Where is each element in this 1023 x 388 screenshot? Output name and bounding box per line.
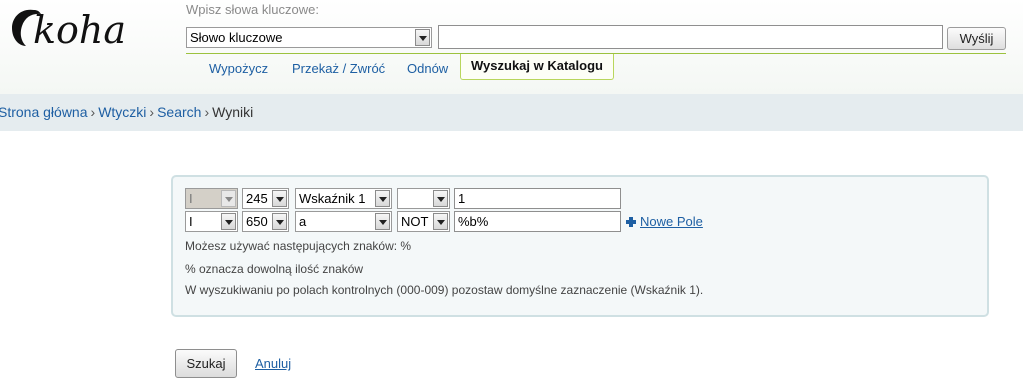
breadcrumb-current: Wyniki	[212, 104, 254, 120]
chevron-down-icon	[375, 190, 390, 207]
tab-renew[interactable]: Odnów	[407, 61, 448, 76]
search-type-value: Słowo kluczowe	[190, 30, 283, 45]
value-input-row2[interactable]: %b%	[454, 211, 621, 232]
add-field-label: Nowe Pole	[640, 214, 703, 229]
operator-value: NOT	[401, 214, 429, 229]
chevron-down-icon	[433, 190, 448, 207]
tab-catalog-search[interactable]: Wyszukaj w Katalogu	[460, 54, 614, 80]
subfield-value: a	[299, 214, 307, 229]
koha-logo[interactable]: koha	[6, 2, 156, 54]
submit-button[interactable]: Wyślij	[947, 27, 1006, 50]
breadcrumb-plugins[interactable]: Wtyczki	[98, 104, 146, 120]
field-select-row2[interactable]: 650	[242, 211, 289, 232]
header: koha Wpisz słowa kluczowe: Słowo kluczow…	[0, 0, 1023, 94]
breadcrumb-separator: ›	[90, 104, 96, 120]
help-text-percent: % oznacza dowolną ilość znaków	[185, 262, 364, 276]
breadcrumb-search[interactable]: Search	[157, 104, 201, 120]
breadcrumb-separator: ›	[204, 104, 210, 120]
chevron-down-icon	[272, 190, 287, 207]
cancel-link[interactable]: Anuluj	[255, 356, 291, 371]
help-text-control-fields: W wyszukiwaniu po polach kontrolnych (00…	[185, 283, 704, 297]
help-text-wildcards: Możesz używać następujących znaków: %	[185, 239, 412, 253]
chevron-down-icon	[415, 29, 430, 46]
plus-icon	[626, 217, 636, 227]
search-hint: Wpisz słowa kluczowe:	[186, 2, 319, 17]
field-value: 245	[246, 191, 268, 206]
logic-select-row1: I	[185, 188, 238, 209]
search-button[interactable]: Szukaj	[175, 349, 237, 378]
operator-select-row1[interactable]	[397, 188, 450, 209]
chevron-down-icon	[433, 213, 448, 230]
value-input-row1[interactable]: 1	[454, 188, 621, 209]
logic-value: I	[189, 214, 193, 229]
breadcrumb-home[interactable]: Strona główna	[0, 104, 88, 120]
breadcrumb: Strona główna › Wtyczki › Search › Wyniki	[0, 104, 253, 120]
search-type-select[interactable]: Słowo kluczowe	[186, 27, 432, 48]
keyword-input[interactable]	[438, 25, 943, 49]
chevron-down-icon	[221, 190, 236, 207]
subfield-value: Wskaźnik 1	[299, 191, 366, 206]
logic-select-row2[interactable]: I	[185, 211, 238, 232]
chevron-down-icon	[272, 213, 287, 230]
field-value: 650	[246, 214, 268, 229]
breadcrumb-separator: ›	[149, 104, 155, 120]
logic-value: I	[189, 191, 193, 206]
subfield-select-row1[interactable]: Wskaźnik 1	[295, 188, 392, 209]
tab-checkout[interactable]: Wypożycz	[209, 61, 268, 76]
chevron-down-icon	[375, 213, 390, 230]
tab-checkin[interactable]: Przekaż / Zwróć	[292, 61, 385, 76]
subfield-select-row2[interactable]: a	[295, 211, 392, 232]
add-field-link[interactable]: Nowe Pole	[626, 214, 703, 229]
field-select-row1[interactable]: 245	[242, 188, 289, 209]
chevron-down-icon	[221, 213, 236, 230]
operator-select-row2[interactable]: NOT	[397, 211, 450, 232]
logo-text: koha	[33, 8, 126, 52]
breadcrumb-bar: Strona główna › Wtyczki › Search › Wyniki	[0, 94, 1023, 131]
